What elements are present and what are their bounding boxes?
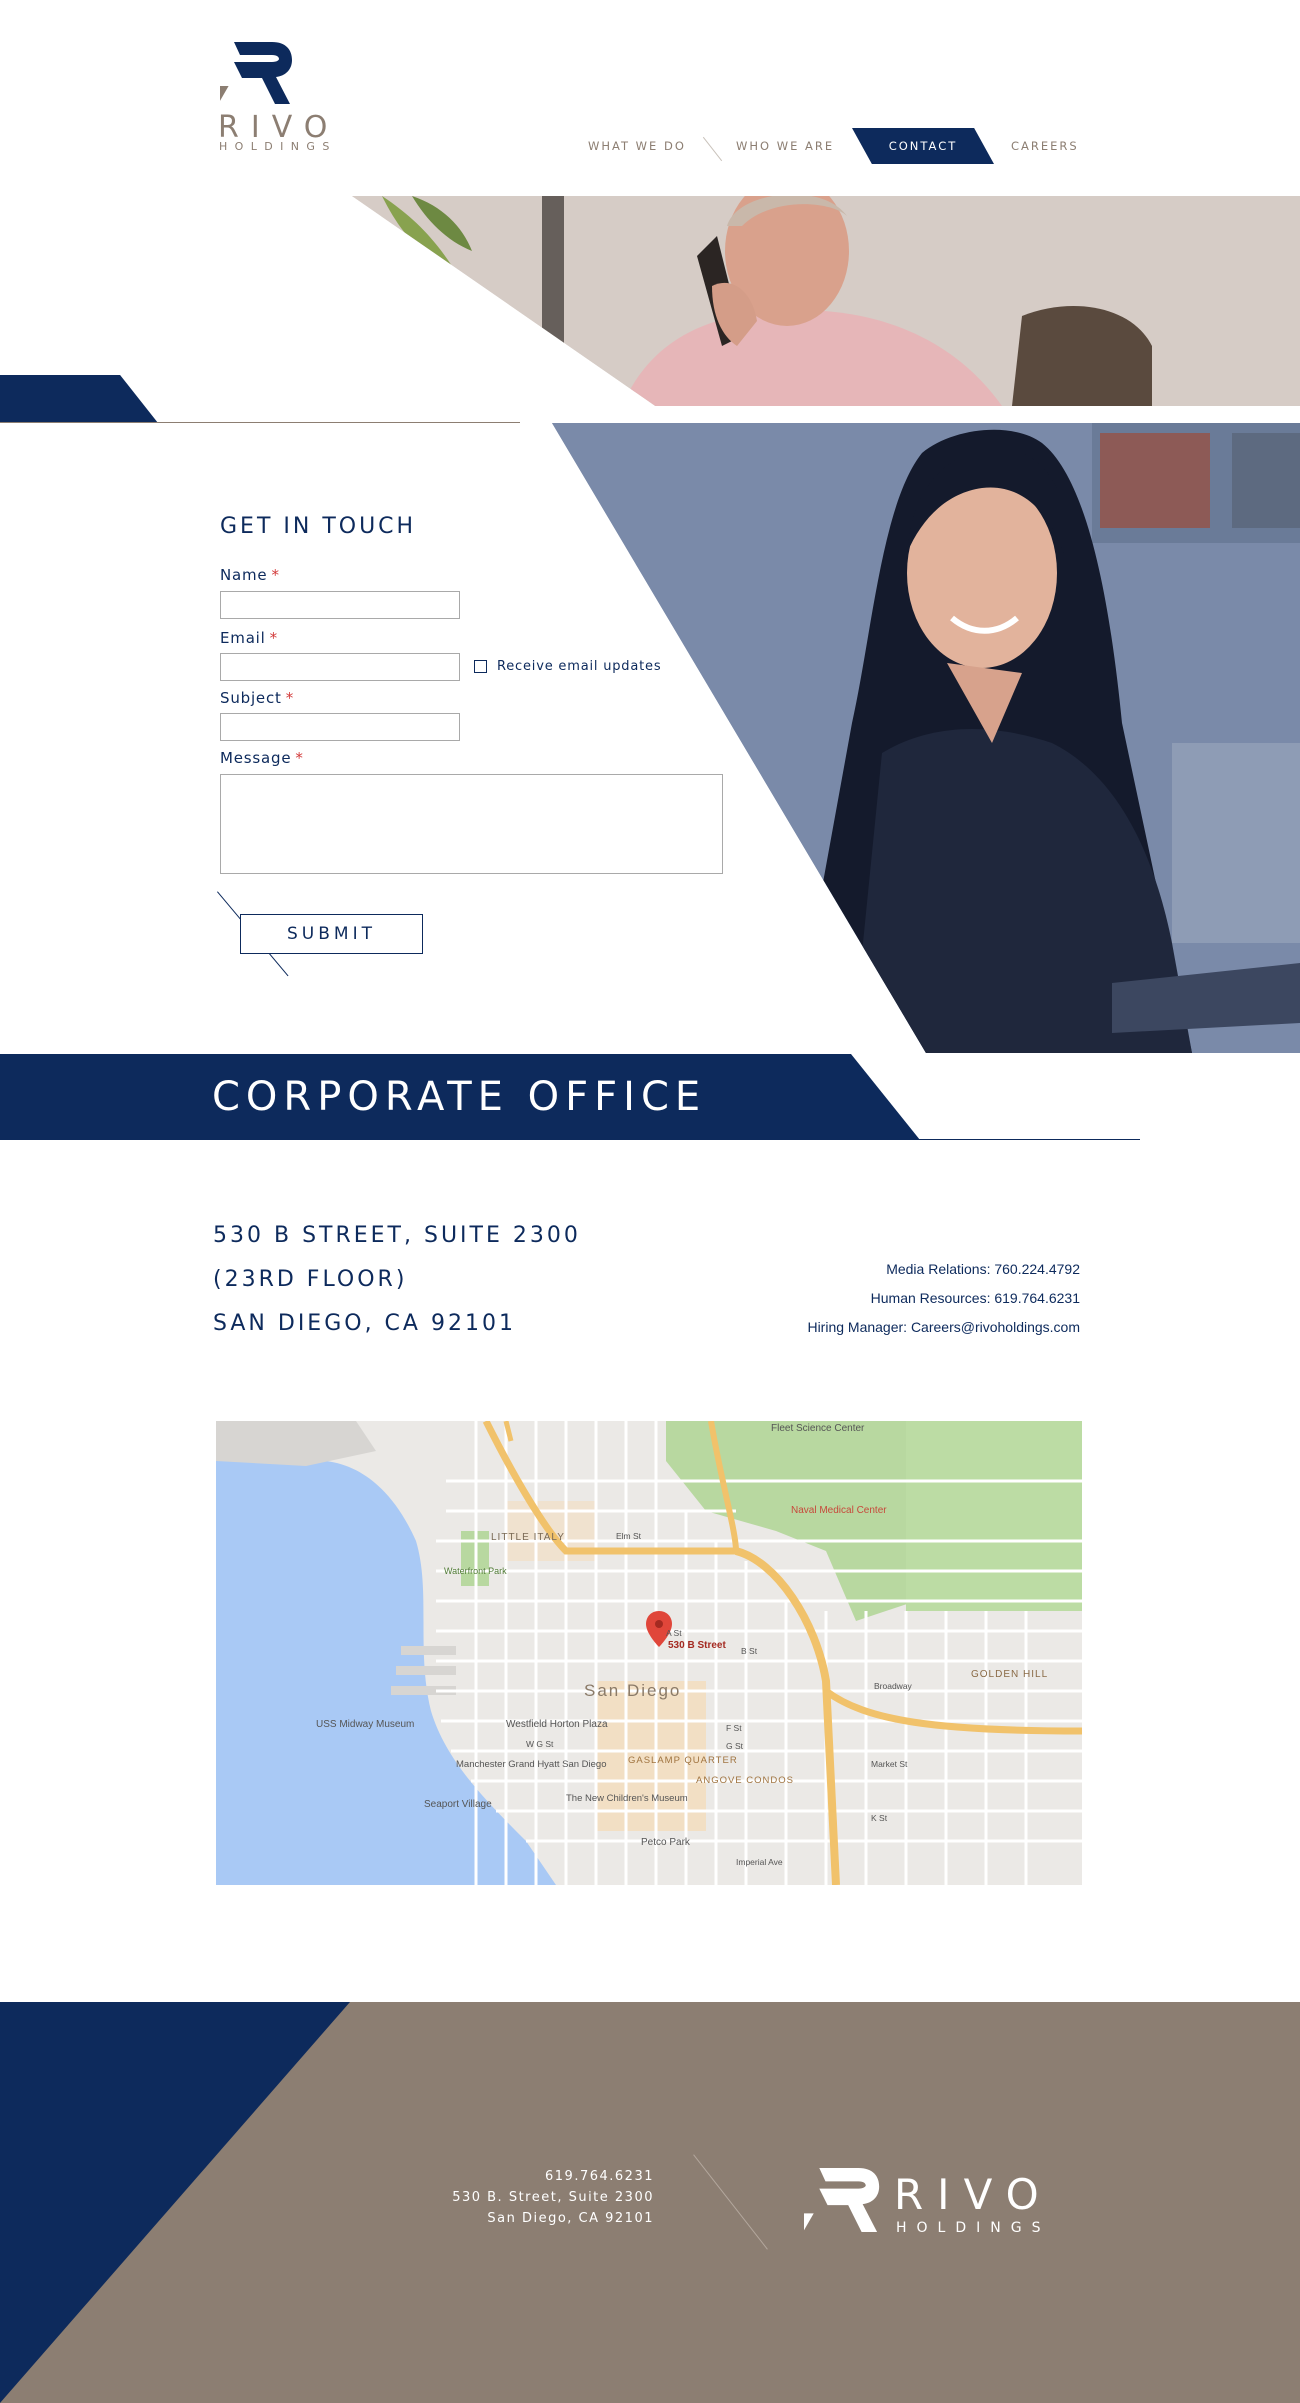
map-pin-label: 530 B Street bbox=[668, 1640, 726, 1651]
map-label-imperial: Imperial Ave bbox=[736, 1857, 783, 1867]
submit-button[interactable]: SUBMIT bbox=[240, 914, 423, 954]
map-label-g-st: G St bbox=[726, 1741, 744, 1751]
nav-careers[interactable]: Careers bbox=[1011, 128, 1079, 164]
map-label-waterfront: Waterfront Park bbox=[444, 1566, 507, 1576]
footer-phone[interactable]: 619.764.6231 bbox=[545, 2169, 654, 2184]
footer-logo-subtitle: HOLDINGS bbox=[896, 2220, 1051, 2236]
map-label-seaport: Seaport Village bbox=[424, 1799, 492, 1810]
receive-updates-label[interactable]: Receive email updates bbox=[497, 659, 661, 674]
map-label-childrens: The New Children's Museum bbox=[566, 1793, 688, 1804]
email-field[interactable] bbox=[220, 653, 460, 681]
footer-rivo-logo[interactable]: RIVO HOLDINGS bbox=[804, 2168, 1084, 2238]
map-label-k-st: K St bbox=[871, 1813, 888, 1823]
nav-divider bbox=[702, 136, 723, 162]
map-label-golden-hill: GOLDEN HILL bbox=[971, 1669, 1048, 1680]
receive-updates-checkbox[interactable] bbox=[474, 660, 487, 673]
media-relations[interactable]: Media Relations: 760.224.4792 bbox=[886, 1261, 1080, 1277]
footer-logo-wordmark: RIVO bbox=[894, 2170, 1053, 2219]
map-label-market: Market St bbox=[871, 1759, 908, 1769]
map-label-gaslamp: GASLAMP QUARTER bbox=[628, 1755, 738, 1766]
nav-who-we-are[interactable]: Who We Are bbox=[736, 128, 834, 164]
footer-logo-r-mark-icon bbox=[804, 2168, 880, 2232]
required-mark: * bbox=[285, 689, 294, 707]
rivo-holdings-logo[interactable]: RIVO HOLDINGS bbox=[218, 42, 368, 154]
map-label-a-st: A St bbox=[666, 1628, 682, 1638]
email-label: Email * bbox=[220, 629, 278, 647]
map-label-ange: ANGOVE CONDOS bbox=[696, 1775, 794, 1786]
footer-divider bbox=[693, 2154, 768, 2250]
address-line-1: 530 B STREET, SUITE 2300 bbox=[213, 1223, 581, 1248]
form-title: GET IN TOUCH bbox=[220, 514, 417, 539]
subject-field[interactable] bbox=[220, 713, 460, 741]
map-label-w-g: W G St bbox=[526, 1739, 554, 1749]
footer: 619.764.6231 530 B. Street, Suite 2300 S… bbox=[0, 2002, 1300, 2403]
name-label: Name * bbox=[220, 566, 280, 584]
footer-address-1: 530 B. Street, Suite 2300 bbox=[452, 2190, 654, 2205]
required-mark: * bbox=[269, 629, 278, 647]
address-line-3: SAN DIEGO, CA 92101 bbox=[213, 1311, 516, 1336]
required-mark: * bbox=[295, 749, 304, 767]
map-label-manchester: Manchester Grand Hyatt San Diego bbox=[456, 1759, 607, 1770]
logo-subtitle: HOLDINGS bbox=[219, 140, 337, 153]
map-park bbox=[906, 1421, 1082, 1611]
banner-rule bbox=[900, 1139, 1140, 1140]
hiring-manager[interactable]: Hiring Manager: Careers@rivoholdings.com bbox=[807, 1319, 1080, 1335]
map-label-f-st: F St bbox=[726, 1723, 742, 1733]
map-label-naval: Naval Medical Center bbox=[791, 1505, 887, 1516]
footer-navy-wedge bbox=[0, 2002, 350, 2403]
decorative-navy-tab bbox=[0, 375, 158, 423]
map-label-midway: USS Midway Museum bbox=[316, 1719, 414, 1730]
map-label-fleet: Fleet Science Center bbox=[771, 1423, 865, 1434]
map-label-elm: Elm St bbox=[616, 1531, 642, 1541]
office-location-map[interactable]: Fleet Science Center Naval Medical Cente… bbox=[216, 1421, 1082, 1885]
subject-label: Subject * bbox=[220, 689, 294, 707]
address-line-2: (23RD FLOOR) bbox=[213, 1267, 408, 1292]
map-label-westfield: Westfield Horton Plaza bbox=[506, 1719, 608, 1730]
message-label: Message * bbox=[220, 749, 304, 767]
map-label-petco: Petco Park bbox=[641, 1837, 691, 1848]
nav-contact[interactable]: Contact bbox=[852, 128, 994, 164]
map-label-san-diego: San Diego bbox=[584, 1681, 681, 1700]
map-label-little-italy: LITTLE ITALY bbox=[491, 1532, 565, 1543]
human-resources[interactable]: Human Resources: 619.764.6231 bbox=[871, 1290, 1080, 1306]
logo-r-mark-icon bbox=[220, 42, 292, 104]
name-field[interactable] bbox=[220, 591, 460, 619]
message-field[interactable] bbox=[220, 774, 723, 874]
map-label-broadway: Broadway bbox=[874, 1681, 913, 1691]
photo-smiling-woman bbox=[552, 423, 1300, 1053]
required-mark: * bbox=[271, 566, 280, 584]
corporate-office-title: CORPORATE OFFICE bbox=[212, 1074, 707, 1120]
map-label-b-st: B St bbox=[741, 1646, 758, 1656]
hero-photo-man-on-phone bbox=[352, 196, 1300, 406]
decorative-rule bbox=[0, 422, 520, 423]
nav-what-we-do[interactable]: What We Do bbox=[588, 128, 686, 164]
footer-address-2: San Diego, CA 92101 bbox=[487, 2211, 654, 2226]
